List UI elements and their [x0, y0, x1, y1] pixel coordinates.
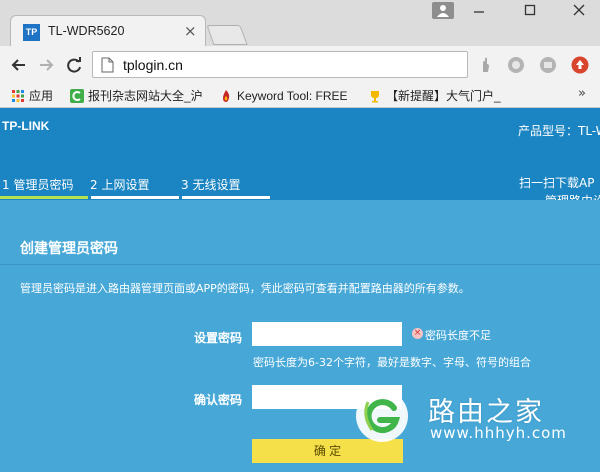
hand-icon: [483, 57, 489, 72]
step-progress-bar-3: [182, 196, 270, 199]
maximize-icon: [524, 4, 536, 16]
user-icon: [437, 5, 449, 17]
form-description: 管理员密码是进入路由器管理页面或APP的密码，凭此密码可查看并配置路由器的所有参…: [20, 282, 470, 295]
bookmark-label: Keyword Tool: FREE: [237, 89, 348, 103]
password-hint: 密码长度为6-32个字符，最好是数字、字母、符号的组合: [253, 356, 531, 369]
close-icon: [573, 4, 585, 16]
close-window-button[interactable]: [564, 4, 594, 24]
bookmark-apps[interactable]: 应用: [11, 87, 53, 105]
step-internet-settings: 2 上网设置: [90, 178, 150, 192]
title-divider: [0, 264, 600, 265]
new-tab-button[interactable]: [206, 25, 248, 45]
reload-button[interactable]: [64, 55, 84, 75]
reload-icon: [67, 57, 81, 73]
arrow-left-icon: [11, 59, 25, 71]
step-admin-password: 1 管理员密码: [2, 178, 74, 192]
page-icon: [101, 57, 114, 73]
bookmark-newspapers[interactable]: 报刊杂志网站大全_沪: [70, 87, 203, 105]
setup-steps: 1 管理员密码 2 上网设置 3 无线设置: [0, 176, 290, 200]
browser-toolbar: tplogin.cn: [0, 46, 600, 84]
bookmarks-bar: 应用 报刊杂志网站大全_沪 Keyword Tool: FREE 【新提醒】大气…: [0, 84, 600, 108]
password-label: 设置密码: [194, 331, 243, 345]
bookmarks-overflow-button[interactable]: »: [578, 86, 586, 101]
minimize-icon: [474, 11, 484, 13]
brand-logo: TP-LINK: [2, 119, 50, 133]
watermark-url: www.hhhyh.com: [430, 424, 567, 442]
router-header: TP-LINK 产品型号：TL-W 1 管理员密码 2 上网设置 3 无线设置 …: [0, 108, 600, 208]
page-title: 创建管理员密码: [20, 241, 118, 257]
tab-strip: TP TL-WDR5620 ×: [0, 0, 600, 47]
password-input[interactable]: [252, 322, 402, 346]
grey-circle-icon: [540, 57, 556, 73]
c-logo-icon: [70, 89, 84, 103]
password-error: 密码长度不足: [425, 329, 491, 342]
bookmark-reminder[interactable]: 【新提醒】大气门户_: [368, 87, 501, 105]
bookmark-label: 报刊杂志网站大全_沪: [88, 89, 203, 103]
confirm-password-label: 确认密码: [194, 393, 243, 407]
tab-close-icon[interactable]: ×: [184, 22, 197, 40]
bookmark-label: 应用: [29, 89, 54, 103]
profile-button[interactable]: [432, 2, 454, 19]
minimize-button[interactable]: [464, 4, 494, 24]
forward-button[interactable]: [36, 55, 56, 75]
url-text: tplogin.cn: [123, 57, 183, 73]
maximize-button[interactable]: [515, 4, 545, 24]
bookmark-label: 【新提醒】大气门户_: [386, 89, 501, 103]
tab-title: TL-WDR5620: [48, 24, 125, 38]
product-model: 产品型号：TL-W: [518, 124, 600, 138]
apps-grid-icon: [12, 90, 24, 102]
bookmark-keyword-tool[interactable]: Keyword Tool: FREE: [219, 87, 348, 105]
watermark-logo-icon: [356, 390, 408, 442]
extension-button-3[interactable]: [538, 55, 558, 75]
app-download-text: 扫一扫下载AP: [519, 176, 595, 190]
step-progress-bar-2: [91, 196, 179, 199]
step-progress-bar-1: [0, 196, 88, 199]
error-icon: ×: [412, 328, 423, 339]
trophy-icon: [371, 91, 379, 103]
address-bar[interactable]: tplogin.cn: [92, 51, 468, 78]
upload-circle-icon: [571, 56, 589, 74]
extension-button-2[interactable]: [506, 55, 526, 75]
back-button[interactable]: [9, 55, 29, 75]
step-wireless-settings: 3 无线设置: [181, 178, 241, 192]
browser-tab[interactable]: TP TL-WDR5620 ×: [10, 15, 206, 47]
flame-icon: [223, 90, 230, 102]
extension-button-4[interactable]: [570, 55, 590, 75]
grey-circle-icon: [508, 57, 524, 73]
arrow-right-icon: [40, 59, 54, 71]
tp-link-favicon-icon: TP: [23, 24, 40, 41]
extension-button-1[interactable]: [476, 55, 496, 75]
